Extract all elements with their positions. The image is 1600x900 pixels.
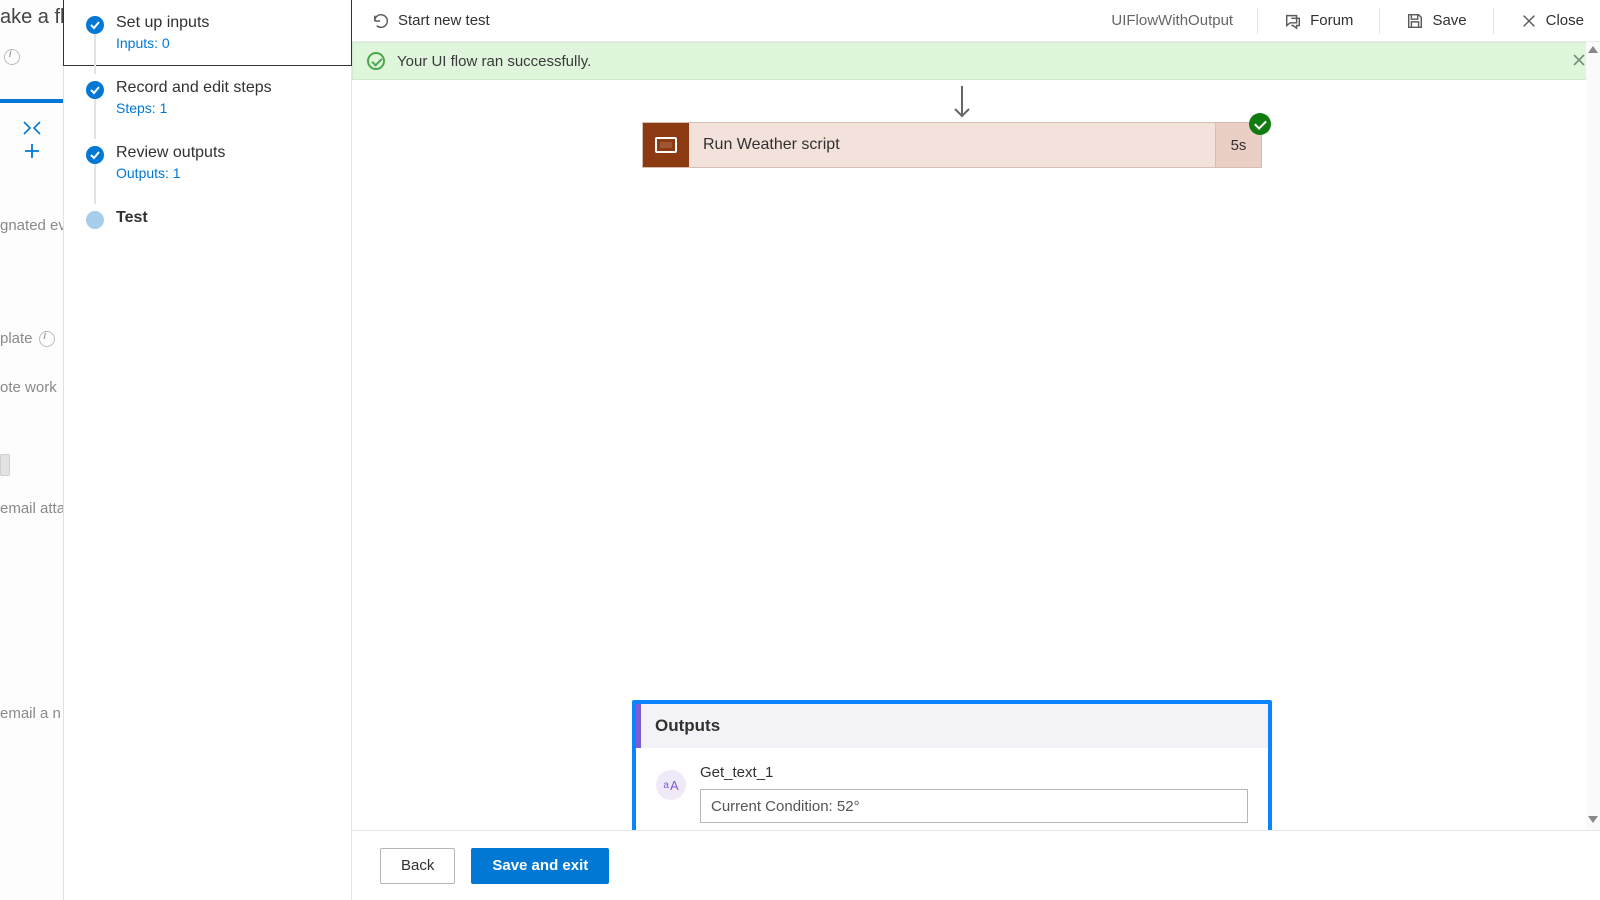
back-button[interactable]: Back xyxy=(380,848,455,884)
step-label: Test xyxy=(116,209,339,227)
save-icon xyxy=(1406,12,1424,30)
step-sublabel: Steps: 1 xyxy=(116,100,339,116)
step-complete-icon xyxy=(86,81,104,99)
step-sublabel: Outputs: 1 xyxy=(116,165,339,181)
save-and-exit-button[interactable]: Save and exit xyxy=(471,848,609,884)
close-icon xyxy=(1520,12,1538,30)
ghost-chip-row xyxy=(0,454,63,476)
wizard-step-record[interactable]: Record and edit steps Steps: 1 xyxy=(64,65,351,130)
action-success-badge-icon xyxy=(1249,113,1271,135)
ghost-text: email attac xyxy=(0,500,63,517)
text-output-icon: aA xyxy=(656,770,686,800)
outputs-heading: Outputs xyxy=(636,704,1268,748)
save-button[interactable]: Save xyxy=(1398,8,1474,34)
background-left-pane: ake a fl gnated even plate ote work emai… xyxy=(0,0,64,900)
output-value-field[interactable] xyxy=(700,789,1248,823)
footer-bar: Back Save and exit xyxy=(352,830,1600,900)
main-panel: Start new test UIFlowWithOutput Forum Sa… xyxy=(352,0,1600,900)
step-current-icon xyxy=(86,211,104,229)
flow-name: UIFlowWithOutput xyxy=(1111,12,1233,29)
wizard-steps-panel: Set up inputs Inputs: 0 Record and edit … xyxy=(64,0,352,900)
ghost-text: ote work xyxy=(0,379,63,396)
outputs-panel: Outputs aA Get_text_1 xyxy=(632,700,1272,830)
ghost-text: email a n xyxy=(0,705,63,722)
script-icon xyxy=(643,123,689,167)
step-label: Set up inputs xyxy=(116,14,339,32)
step-label: Record and edit steps xyxy=(116,79,339,97)
outputs-body: aA Get_text_1 xyxy=(636,748,1268,830)
toolbar: Start new test UIFlowWithOutput Forum Sa… xyxy=(352,0,1600,42)
ghost-title-fragment: ake a fl xyxy=(0,6,63,29)
refresh-icon xyxy=(372,12,390,30)
start-new-test-button[interactable]: Start new test xyxy=(364,8,498,34)
vertical-scrollbar[interactable] xyxy=(1586,42,1600,830)
ghost-blue-bar xyxy=(0,99,64,103)
action-card-run-script[interactable]: Run Weather script 5s xyxy=(642,122,1262,168)
forum-button[interactable]: Forum xyxy=(1276,8,1361,34)
forum-icon xyxy=(1284,12,1302,30)
ghost-text: plate xyxy=(0,330,63,347)
ghost-icon-stack xyxy=(0,121,63,159)
start-new-test-label: Start new test xyxy=(398,12,490,29)
output-label: Get_text_1 xyxy=(700,764,1248,781)
scroll-up-icon[interactable] xyxy=(1588,46,1598,56)
wizard-step-test[interactable]: Test xyxy=(64,195,351,241)
scroll-down-icon[interactable] xyxy=(1588,816,1598,826)
step-label: Review outputs xyxy=(116,144,339,162)
wizard-step-review-outputs[interactable]: Review outputs Outputs: 1 xyxy=(64,130,351,195)
step-complete-icon xyxy=(86,16,104,34)
info-icon xyxy=(4,49,20,65)
banner-close-button[interactable] xyxy=(1571,52,1587,72)
step-sublabel: Inputs: 0 xyxy=(116,35,339,51)
success-check-icon xyxy=(367,52,385,70)
banner-text: Your UI flow ran successfully. xyxy=(397,53,591,70)
success-banner: Your UI flow ran successfully. xyxy=(352,42,1600,80)
info-icon xyxy=(39,331,55,347)
close-button[interactable]: Close xyxy=(1512,8,1592,34)
flow-canvas: Run Weather script 5s Outputs aA Get_tex… xyxy=(352,80,1586,830)
step-complete-icon xyxy=(86,146,104,164)
wizard-step-setup-inputs[interactable]: Set up inputs Inputs: 0 xyxy=(63,0,352,66)
action-title: Run Weather script xyxy=(689,123,1215,167)
ghost-text: gnated even xyxy=(0,217,63,234)
